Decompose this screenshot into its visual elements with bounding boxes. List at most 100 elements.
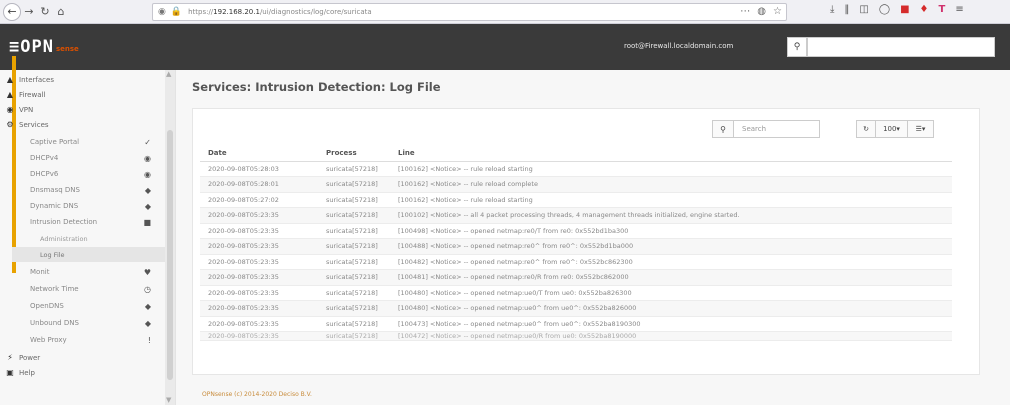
- sidebar-sub-intrusion-detection[interactable]: Intrusion Detection ■: [12, 214, 165, 230]
- column-header-date[interactable]: Date: [200, 145, 318, 162]
- table-row[interactable]: 2020-09-08T05:23:35 suricata[57218] [10049…: [200, 223, 952, 239]
- table-row[interactable]: 2020-09-08T05:27:02 suricata[57218] [10016…: [200, 192, 952, 208]
- menu-icon[interactable]: ≡: [955, 4, 963, 15]
- refresh-button[interactable]: ↻: [856, 120, 876, 138]
- heart-icon: ♥: [143, 267, 151, 277]
- footer-copyright[interactable]: OPNsense (c) 2014-2020 Deciso B.V.: [202, 391, 312, 398]
- header-search-input[interactable]: [807, 37, 995, 57]
- table-row[interactable]: 2020-09-08T05:23:35 suricata[57218] [10047…: [200, 316, 952, 332]
- cell-line: [100473] <Notice> -- opened netmap:ue0^ …: [390, 316, 952, 332]
- library-icon[interactable]: ‖: [844, 4, 849, 15]
- cell-process: suricata[57218]: [318, 161, 390, 177]
- sidebar-item-firewall[interactable]: ▲ Firewall: [0, 87, 165, 102]
- back-button[interactable]: ←: [3, 2, 21, 21]
- table-row[interactable]: 2020-09-08T05:23:35 suricata[57218] [10048…: [200, 254, 952, 270]
- cell-line: [100481] <Notice> -- opened netmap:re0/R…: [390, 269, 952, 286]
- extension-t-icon[interactable]: T: [939, 4, 946, 15]
- page-actions-icon[interactable]: ⋯: [740, 6, 750, 17]
- logo-mark: ≡OPN: [9, 37, 54, 57]
- gear-icon: ⚙: [6, 120, 14, 129]
- sidebar-sub-network-time[interactable]: Network Time ◷: [12, 281, 165, 297]
- tag-icon: ◆: [144, 318, 151, 328]
- page-size-dropdown[interactable]: 100▾: [876, 120, 908, 138]
- table-row[interactable]: 2020-09-08T05:23:35 suricata[57218] [10010…: [200, 207, 952, 224]
- column-header-line[interactable]: Line: [390, 145, 952, 162]
- logo-suffix: sense: [55, 45, 79, 53]
- page-title: Services: Intrusion Detection: Log File: [192, 80, 441, 94]
- clock-icon: ◷: [144, 284, 151, 294]
- sidebar-item-vpn[interactable]: ◉ VPN: [0, 102, 165, 117]
- help-icon: ▣: [6, 368, 14, 377]
- cell-date: 2020-09-08T05:23:35: [200, 331, 318, 341]
- sidebar-sub-unbound-dns[interactable]: Unbound DNS ◆: [12, 315, 165, 331]
- table-row[interactable]: 2020-09-08T05:23:35 suricata[57218] [10048…: [200, 238, 952, 255]
- home-icon: ⌂: [57, 5, 65, 18]
- cell-date: 2020-09-08T05:23:35: [200, 316, 318, 332]
- sidebar-item-interfaces[interactable]: ▲ Interfaces: [0, 72, 165, 87]
- cell-process: suricata[57218]: [318, 192, 390, 208]
- user-link[interactable]: root@Firewall.localdomain.com: [624, 42, 733, 50]
- sidebar-item-power[interactable]: ⚡ Power: [0, 350, 165, 365]
- sidebar-sub-dnsmasq[interactable]: Dnsmasq DNS ◆: [12, 182, 165, 198]
- search-icon: ⚲: [793, 42, 801, 52]
- globe-icon: ◉: [6, 105, 14, 114]
- sidebar-sub-opendns[interactable]: OpenDNS ◆: [12, 298, 165, 314]
- sidebar-item-services[interactable]: ⚙ Services: [0, 117, 165, 132]
- scroll-down-icon[interactable]: ▼: [166, 396, 171, 404]
- cell-line: [100472] <Notice> -- opened netmap:ue0/R…: [390, 331, 952, 341]
- shield-icon: ■: [143, 217, 151, 227]
- sidebar-sub-monit[interactable]: Monit ♥: [12, 264, 165, 280]
- tag-icon: ◆: [144, 301, 151, 311]
- cell-process: suricata[57218]: [318, 331, 390, 341]
- columns-icon: ☰▾: [915, 125, 926, 133]
- plug-icon: ⚡: [7, 353, 13, 362]
- column-header-process[interactable]: Process: [318, 145, 390, 162]
- cell-date: 2020-09-08T05:23:35: [200, 223, 318, 239]
- cell-line: [100102] <Notice> -- all 4 packet proces…: [390, 207, 952, 224]
- sidebar-sub-captive-portal[interactable]: Captive Portal ✓: [12, 134, 165, 150]
- table-row[interactable]: 2020-09-08T05:28:01 suricata[57218] [10016…: [200, 176, 952, 193]
- column-selector-button[interactable]: ☰▾: [908, 120, 934, 138]
- cell-date: 2020-09-08T05:23:35: [200, 269, 318, 286]
- table-row[interactable]: 2020-09-08T05:23:35 suricata[57218] [10048…: [200, 285, 952, 301]
- header-search-button[interactable]: ⚲: [787, 37, 807, 57]
- sidebar-item-help[interactable]: ▣ Help: [0, 365, 165, 380]
- tracking-shield-icon[interactable]: ◍: [757, 6, 766, 17]
- cell-process: suricata[57218]: [318, 285, 390, 301]
- cell-date: 2020-09-08T05:28:03: [200, 161, 318, 177]
- scrollbar-thumb[interactable]: [167, 130, 173, 380]
- sidebar-sub-dhcpv4[interactable]: DHCPv4 ◉: [12, 150, 165, 166]
- log-search-button[interactable]: ⚲: [712, 120, 734, 138]
- reader-view-icon[interactable]: ◫: [859, 4, 868, 15]
- sidebar-sub-web-proxy[interactable]: Web Proxy!: [12, 332, 165, 348]
- table-row[interactable]: 2020-09-08T05:28:03 suricata[57218] [10016…: [200, 161, 952, 177]
- account-icon[interactable]: ◯: [879, 4, 890, 15]
- extension-red-icon[interactable]: ■: [900, 4, 909, 15]
- home-button[interactable]: ⌂: [53, 3, 69, 21]
- sidebar-sub-dynamic-dns[interactable]: Dynamic DNS ◆: [12, 198, 165, 214]
- sidebar-subsub-administration[interactable]: Administration: [12, 231, 165, 246]
- table-row[interactable]: 2020-09-08T05:23:35 suricata[57218] [10048…: [200, 300, 952, 317]
- interfaces-icon: ▲: [6, 75, 14, 84]
- download-icon[interactable]: ⤓: [830, 4, 834, 15]
- exclamation-icon: !: [147, 335, 151, 345]
- scroll-up-icon[interactable]: ▲: [166, 70, 171, 78]
- cell-process: suricata[57218]: [318, 176, 390, 193]
- table-row[interactable]: 2020-09-08T05:23:35 suricata[57218] [10047…: [200, 331, 952, 341]
- bookmark-star-icon[interactable]: ☆: [773, 6, 782, 17]
- log-search-input[interactable]: Search: [734, 120, 820, 138]
- extension-pin-icon[interactable]: ♦: [920, 4, 929, 15]
- opnsense-logo[interactable]: ≡OPN sense: [9, 38, 79, 56]
- cell-line: [100162] <Notice> -- rule reload complet…: [390, 176, 952, 193]
- cell-line: [100480] <Notice> -- opened netmap:ue0/T…: [390, 285, 952, 301]
- sidebar-subsub-log-file[interactable]: Log File: [12, 247, 165, 262]
- table-row[interactable]: 2020-09-08T05:23:35 suricata[57218] [10048…: [200, 269, 952, 286]
- sidebar-scrollbar[interactable]: ▲ ▼: [165, 70, 175, 405]
- reload-button[interactable]: ↻: [37, 3, 53, 21]
- address-bar[interactable]: ◉ 🔒 https://192.168.20.1/ui/diagnostics/…: [152, 3, 787, 21]
- cell-date: 2020-09-08T05:23:35: [200, 238, 318, 255]
- cell-date: 2020-09-08T05:23:35: [200, 300, 318, 317]
- sidebar-sub-dhcpv6[interactable]: DHCPv6 ◉: [12, 166, 165, 182]
- forward-button[interactable]: →: [21, 3, 37, 21]
- log-search: ⚲ Search: [712, 120, 820, 138]
